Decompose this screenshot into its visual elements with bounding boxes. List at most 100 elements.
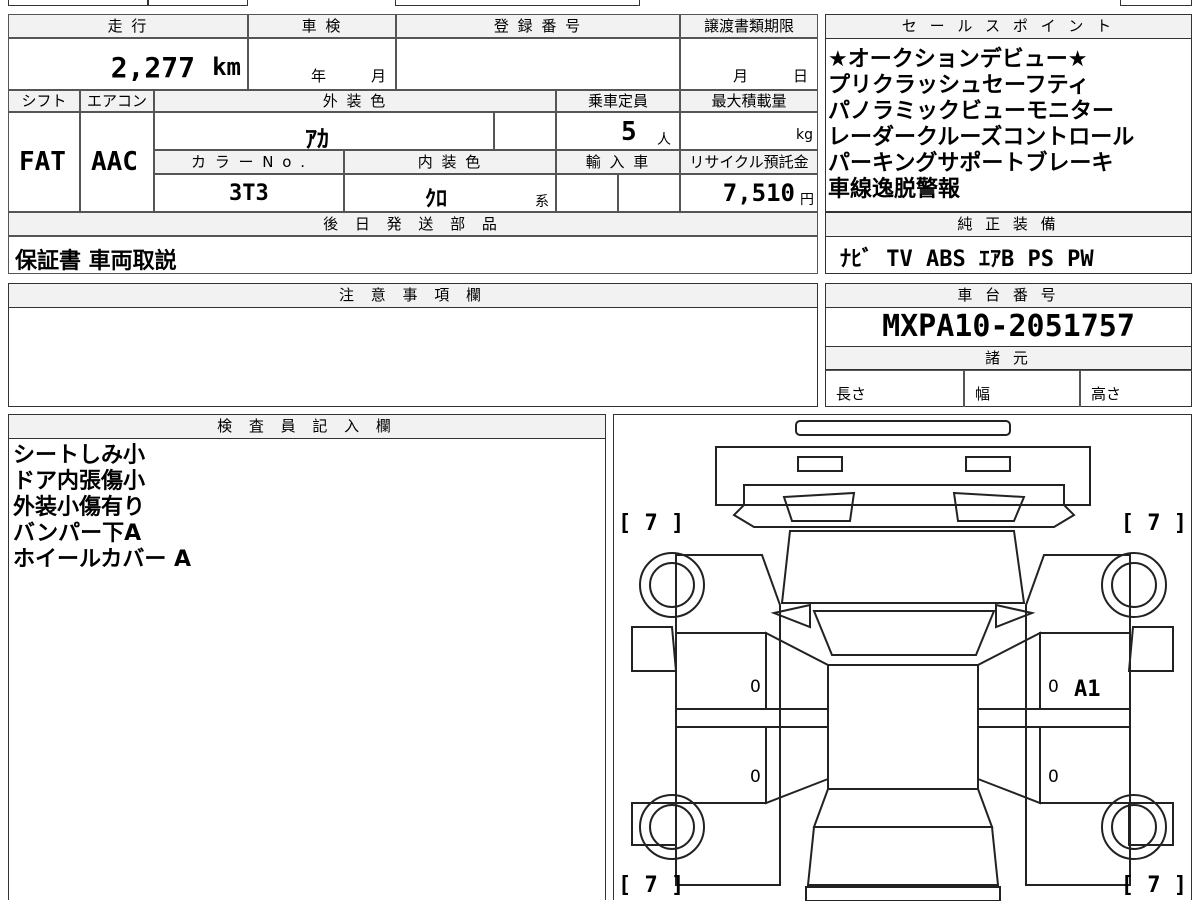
rear-bumper-shape: [805, 886, 1001, 901]
max-load-header: 最大積載量: [680, 90, 818, 112]
exterior-color-cell: ｱｶ: [154, 112, 494, 153]
inspection-year-unit: 年: [311, 67, 327, 85]
color-no-header: カ ラ ー N o .: [154, 150, 344, 174]
tire-fl-label: [ 7 ]: [618, 511, 685, 536]
aircon-header: エアコン: [80, 90, 154, 112]
inspector-list: シートしみ小 ドア内張傷小 外装小傷有り バンパー下A ホイールカバー A: [13, 443, 191, 573]
inspector-item: シートしみ小: [13, 443, 146, 468]
inspector-item: ホイールカバー A: [13, 547, 192, 572]
mark-right-rear: 0: [1048, 767, 1059, 787]
front-bumper-shape: [795, 420, 1011, 436]
transfer-day-unit: 日: [793, 67, 809, 85]
max-load-unit: kg: [796, 127, 813, 143]
shift-header: シフト: [8, 90, 80, 112]
max-load-cell: kg: [680, 112, 818, 150]
inspection-month-unit: 月: [371, 67, 387, 85]
car-diagram: [631, 420, 1174, 901]
chassis-panel: 車 台 番 号 MXPA10-2051757 諸 元 長さ 幅 高さ: [825, 283, 1192, 407]
right-rear-door: [1039, 726, 1131, 804]
mileage-cell: 2,277 km: [8, 38, 248, 90]
import-header: 輸 入 車: [556, 150, 680, 174]
recycle-value: 7,510: [722, 179, 795, 207]
specs-length-label: 長さ: [836, 385, 867, 403]
inspector-item: ドア内張傷小: [13, 469, 146, 494]
roof-shape: [812, 610, 996, 656]
registration-cell: [396, 38, 680, 90]
chassis-value: MXPA10-2051757: [882, 309, 1135, 344]
left-front-door: [675, 632, 767, 710]
import-cell-right: [618, 174, 680, 212]
top-stub-4: [1120, 0, 1192, 6]
transfer-cell: 月 日: [680, 38, 818, 90]
specs-length-cell: 長さ: [826, 370, 964, 407]
rear-window-shape: [812, 788, 994, 828]
capacity-value: 5: [621, 117, 637, 147]
left-rear-door: [675, 726, 767, 804]
tire-rr-label: [ 7 ]: [1120, 873, 1187, 898]
left-sill-upper: [675, 708, 829, 728]
sales-points-item: パーキングサポートブレーキ: [828, 151, 1114, 176]
interior-color-cell: ｸﾛ 系: [344, 174, 556, 212]
sales-points-item: パノラミックビューモニター: [828, 99, 1115, 124]
hood-shape: [715, 446, 1091, 506]
top-stub-2: [148, 0, 248, 6]
specs-width-label: 幅: [975, 385, 991, 403]
right-pillar: [977, 631, 1041, 710]
mileage-unit: km: [212, 53, 241, 81]
later-parts-cell: 保証書 車両取説: [8, 236, 818, 274]
color-no-value: 3T3: [229, 181, 269, 206]
wheel-front-left-inner: [649, 562, 695, 608]
inspection-cell: 年 月: [248, 38, 396, 90]
main-info-table: 走 行 車 検 登 録 番 号 譲渡書類期限 2,277 km 年 月 月 日 …: [8, 14, 818, 274]
shift-cell: FAT: [8, 112, 80, 212]
aircon-cell: AAC: [80, 112, 154, 212]
import-cell-left: [556, 174, 618, 212]
top-stub-1: [8, 0, 148, 6]
interior-color-header: 内 装 色: [344, 150, 556, 174]
sales-points-item: ★オークションデビュー★: [828, 47, 1088, 72]
aircon-value: AAC: [91, 147, 138, 177]
transfer-header: 譲渡書類期限: [680, 14, 818, 38]
recycle-header: リサイクル預託金: [680, 150, 818, 174]
wheel-front-right-inner: [1111, 562, 1157, 608]
exterior-color-header: 外 装 色: [154, 90, 556, 112]
sales-points-item: レーダークルーズコントロール: [828, 125, 1135, 150]
notes-header: 注 意 事 項 欄: [9, 284, 817, 308]
specs-height-cell: 高さ: [1080, 370, 1192, 407]
mark-right-front-code: A1: [1074, 677, 1101, 702]
car-diagram-panel: [ 7 ] [ 7 ] [ 7 ] [ 7 ] 0 0 A1 0 0: [613, 414, 1192, 901]
right-front-fender: [1127, 626, 1174, 672]
interior-color-suffix: 系: [535, 194, 549, 210]
sales-points-item: 車線逸脱警報: [828, 177, 961, 202]
inspector-item: 外装小傷有り: [13, 495, 146, 520]
front-grille-right: [952, 491, 1026, 522]
notes-panel: 注 意 事 項 欄: [8, 283, 818, 407]
wheel-rear-left-inner: [649, 804, 695, 850]
sales-points-panel: セ ー ル ス ポ イ ン ト ★オークションデビュー★ プリクラッシュセーフティ…: [825, 14, 1192, 212]
mark-left-front: 0: [750, 677, 761, 697]
hood-panel: [732, 504, 1076, 528]
windshield-shape: [780, 530, 1026, 604]
sales-points-list: ★オークションデビュー★ プリクラッシュセーフティ パノラミックビューモニター レーダ…: [828, 47, 1134, 203]
sales-points-item: プリクラッシュセーフティ: [828, 73, 1090, 98]
later-parts-value: 保証書 車両取説: [15, 249, 177, 274]
exterior-color-extra-cell: [494, 112, 556, 150]
wheel-rear-right-inner: [1111, 804, 1157, 850]
recycle-unit: 円: [800, 192, 814, 208]
trunk-shape: [806, 826, 1000, 886]
left-light-shape: [797, 456, 843, 472]
genuine-equipment-header: 純 正 装 備: [826, 213, 1191, 237]
later-parts-header: 後 日 発 送 部 品: [8, 212, 818, 236]
left-pillar-rear: [765, 726, 829, 805]
right-pillar-rear: [977, 726, 1041, 805]
inspector-header: 検 査 員 記 入 欄: [9, 415, 605, 439]
mark-right-front: 0: [1048, 677, 1059, 697]
genuine-equipment-panel: 純 正 装 備 ﾅﾋﾞ TV ABS ｴｱB PS PW: [825, 212, 1192, 274]
right-sill-upper: [977, 708, 1131, 728]
capacity-header: 乗車定員: [556, 90, 680, 112]
exterior-color-value: ｱｶ: [305, 125, 329, 153]
genuine-equipment-value: ﾅﾋﾞ TV ABS ｴｱB PS PW: [840, 247, 1094, 272]
shift-value: FAT: [19, 147, 66, 177]
transfer-month-unit: 月: [733, 67, 749, 85]
color-no-cell: 3T3: [154, 174, 344, 212]
